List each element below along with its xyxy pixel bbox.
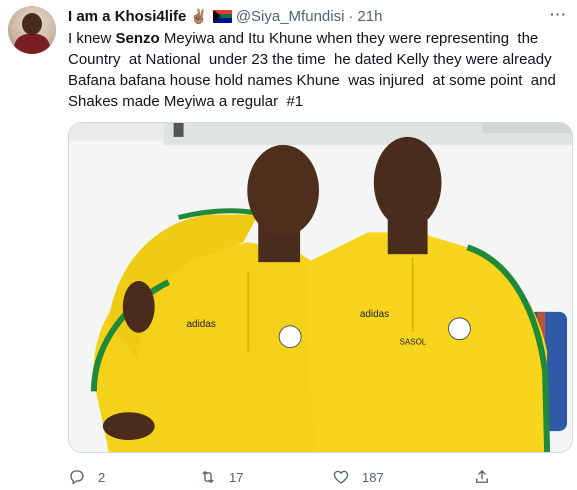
share-icon	[476, 470, 488, 483]
like-count: 187	[362, 469, 384, 485]
retweet-icon	[202, 470, 214, 484]
author-name[interactable]: I am a Khosi4life	[68, 8, 186, 25]
tweet-text: I knew Senzo Meyiwa and Itu Khune when t…	[68, 28, 563, 112]
author-handle[interactable]: @Siya_Mfundisi	[236, 8, 345, 25]
tweet-photo[interactable]: adidas adidas SASOL	[68, 122, 573, 453]
tweet-actions: 2 17 187	[68, 466, 498, 488]
separator-dot: ·	[348, 7, 354, 25]
retweet-count: 17	[229, 469, 244, 485]
reply-count: 2	[98, 469, 106, 485]
avatar-body	[14, 34, 50, 54]
avatar[interactable]	[8, 6, 56, 54]
tweet-text-line: I knew Senzo Meyiwa and Itu Khune when t…	[68, 30, 539, 47]
bold-name: Senzo	[115, 30, 160, 47]
tweet-text-line: Bafana bafana house hold names Khune was…	[68, 72, 556, 89]
share-button[interactable]	[473, 468, 491, 486]
retweet-button[interactable]: 17	[199, 468, 243, 486]
photo-two-players: adidas adidas SASOL	[69, 123, 572, 452]
jersey-brand-right: adidas	[360, 309, 389, 320]
reply-icon	[70, 470, 84, 485]
avatar-head	[22, 13, 42, 35]
tweet-header: I am a Khosi4life ✌🏽 @Siya_Mfundisi · 21…	[68, 6, 382, 26]
tweet-text-line: Country at National under 23 the time he…	[68, 51, 552, 68]
reply-button[interactable]: 2	[68, 468, 105, 486]
south-africa-flag-icon	[212, 9, 232, 23]
jersey-brand-left: adidas	[187, 319, 216, 330]
more-options-button[interactable]: ···	[550, 6, 567, 22]
tweet-timestamp[interactable]: 21h	[357, 8, 382, 25]
jersey-sponsor: SASOL	[400, 338, 427, 347]
tweet-text-line: Shakes made Meyiwa a regular #1	[68, 93, 304, 110]
heart-icon	[333, 470, 349, 484]
like-button[interactable]: 187	[332, 468, 384, 486]
peace-hand-emoji: ✌🏽	[190, 7, 208, 24]
